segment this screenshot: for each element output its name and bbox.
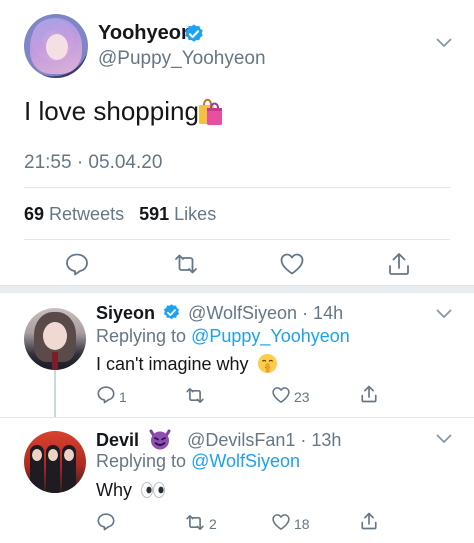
verified-badge-icon <box>164 304 180 320</box>
reply-tweet[interactable]: Siyeon @WolfSiyeon · 14h Replying to @Pu… <box>0 293 474 417</box>
eyes-icon <box>141 482 166 498</box>
chevron-down-icon[interactable] <box>436 38 452 48</box>
author-name[interactable]: Yoohyeon <box>98 22 193 45</box>
avatar[interactable] <box>24 14 88 78</box>
thread-line <box>54 370 56 418</box>
share-icon[interactable] <box>387 251 411 277</box>
likes-count[interactable]: 591 <box>139 204 169 224</box>
replying-to-link[interactable]: @Puppy_Yoohyeon <box>191 326 350 346</box>
divider <box>24 239 450 240</box>
avatar[interactable] <box>24 431 86 493</box>
retweet-count[interactable]: 2 <box>209 516 217 532</box>
likes-label[interactable]: Likes <box>174 204 216 224</box>
replying-to-link[interactable]: @WolfSiyeon <box>191 451 300 471</box>
like-count[interactable]: 23 <box>294 389 310 405</box>
reply-tweet[interactable]: Devil @DevilsFan1 · 13h Replying to @Wol… <box>0 418 474 543</box>
author-name[interactable]: Siyeon <box>96 303 155 323</box>
reply-text-row: Why <box>96 480 166 501</box>
avatar[interactable] <box>24 308 86 370</box>
like-heart-icon[interactable] <box>271 513 291 531</box>
chevron-down-icon[interactable] <box>436 434 452 444</box>
retweet-icon[interactable] <box>184 386 206 405</box>
like-heart-icon[interactable] <box>279 252 305 276</box>
reply-icon[interactable] <box>64 252 90 276</box>
retweet-icon[interactable] <box>172 252 200 276</box>
replying-to: Replying to @WolfSiyeon <box>96 451 300 472</box>
author-handle[interactable]: @WolfSiyeon <box>188 303 297 323</box>
shopping-bags-icon <box>199 98 222 125</box>
replying-to: Replying to @Puppy_Yoohyeon <box>96 326 350 347</box>
reply-text: I can't imagine why <box>96 354 249 374</box>
tweet-actions <box>0 250 474 278</box>
avatar-face <box>46 34 68 60</box>
replying-prefix: Replying to <box>96 326 187 346</box>
chevron-down-icon[interactable] <box>436 309 452 319</box>
reply-time[interactable]: · 14h <box>302 303 343 323</box>
retweet-icon[interactable] <box>184 513 206 532</box>
reply-count[interactable]: 1 <box>119 389 127 405</box>
reply-header: Devil @DevilsFan1 · 13h <box>96 428 341 451</box>
main-tweet: Yoohyeon @Puppy_Yoohyeon I love shopping… <box>0 0 474 293</box>
like-heart-icon[interactable] <box>271 386 291 404</box>
author-handle[interactable]: @Puppy_Yoohyeon <box>98 48 266 70</box>
avatar-face <box>48 449 58 461</box>
tweet-timestamp[interactable]: 21:55 · 05.04.20 <box>24 152 162 174</box>
author-name[interactable]: Devil <box>96 430 139 450</box>
reply-header: Siyeon @WolfSiyeon · 14h <box>96 303 343 324</box>
reply-time[interactable]: · 13h <box>300 430 341 450</box>
verified-badge-icon <box>185 24 203 42</box>
avatar-face <box>32 449 42 461</box>
section-divider <box>0 285 474 293</box>
divider <box>24 187 450 188</box>
replying-prefix: Replying to <box>96 451 187 471</box>
share-icon[interactable] <box>360 511 378 531</box>
avatar-face <box>64 449 74 461</box>
retweets-count[interactable]: 69 <box>24 204 44 224</box>
smiling-devil-icon <box>149 429 171 450</box>
author-handle[interactable]: @DevilsFan1 <box>187 430 295 450</box>
reply-text-row: I can't imagine why <box>96 353 278 375</box>
avatar-tie <box>52 352 58 370</box>
tweet-text: I love shopping <box>24 96 199 126</box>
reply-icon[interactable] <box>96 512 116 531</box>
tweet-stats: 69 Retweets 591 Likes <box>24 204 216 225</box>
reply-icon[interactable] <box>96 385 116 404</box>
like-count[interactable]: 18 <box>294 516 310 532</box>
shushing-face-icon <box>257 353 277 374</box>
reply-text: Why <box>96 480 132 500</box>
retweets-label[interactable]: Retweets <box>49 204 124 224</box>
share-icon[interactable] <box>360 384 378 404</box>
avatar-face <box>43 322 67 350</box>
